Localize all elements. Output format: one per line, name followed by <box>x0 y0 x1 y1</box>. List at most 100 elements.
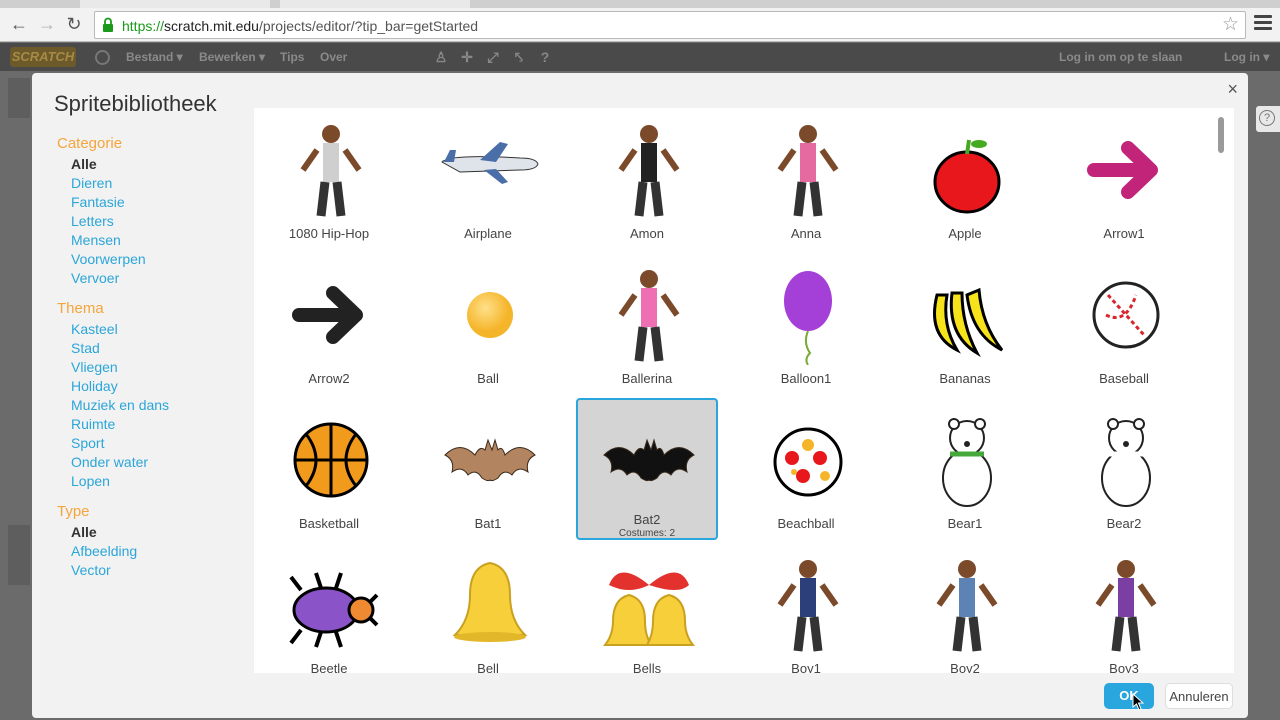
help-tab[interactable]: ? <box>1256 106 1280 132</box>
theme-item[interactable]: Sport <box>57 434 247 453</box>
cancel-button[interactable]: Annuleren <box>1165 683 1233 709</box>
bat-icon <box>599 410 699 510</box>
theme-item[interactable]: Muziek en dans <box>57 396 247 415</box>
theme-heading: Thema <box>57 300 104 317</box>
globe-icon[interactable] <box>95 50 110 65</box>
theme-item[interactable]: Onder water <box>57 453 247 472</box>
sprite-pane <box>8 525 30 585</box>
category-item[interactable]: Dieren <box>57 174 247 193</box>
sprite-tile[interactable]: Ballerina <box>576 253 718 395</box>
browser-menu-icon[interactable] <box>1254 15 1272 33</box>
theme-item[interactable]: Lopen <box>57 472 247 491</box>
sprite-tile[interactable]: Baseball <box>1053 253 1195 395</box>
category-heading: Categorie <box>57 135 123 152</box>
sprite-name: Bananas <box>939 371 991 386</box>
category-item[interactable]: Vervoer <box>57 269 247 288</box>
boy-icon <box>758 555 858 655</box>
scratch-logo[interactable]: SCRATCH <box>10 47 76 67</box>
sprite-tile[interactable]: Bear1 <box>894 398 1036 540</box>
sprite-tile[interactable]: Arrow2 <box>258 253 400 395</box>
sprite-name: Boy1 <box>791 661 821 673</box>
sprite-tile[interactable]: Amon <box>576 108 718 250</box>
category-item[interactable]: Fantasie <box>57 193 247 212</box>
menu-tips[interactable]: Tips <box>280 50 304 64</box>
help-icon: ? <box>1259 110 1275 126</box>
sprite-name: Bat1 <box>474 516 502 531</box>
sprite-tile[interactable]: Bananas <box>894 253 1036 395</box>
dancer-icon <box>599 120 699 220</box>
sprite-tile[interactable]: Bell <box>417 543 559 673</box>
sprite-tile[interactable]: 1080 Hip-Hop <box>258 108 400 250</box>
close-icon[interactable]: × <box>1227 79 1238 100</box>
browser-tab[interactable] <box>280 0 470 8</box>
menu-file[interactable]: Bestand ▾ <box>126 50 183 64</box>
login-to-save-link[interactable]: Log in om op te slaan <box>1059 50 1182 64</box>
category-item[interactable]: Voorwerpen <box>57 250 247 269</box>
filter-sidebar: Categorie Alle Dieren Fantasie Letters Mense… <box>57 135 247 592</box>
category-item[interactable]: Letters <box>57 212 247 231</box>
browser-tab[interactable] <box>80 0 270 8</box>
girl-icon <box>758 120 858 220</box>
sprite-tile[interactable]: Bat1 <box>417 398 559 540</box>
balloon-icon <box>758 265 858 366</box>
back-icon[interactable]: ← <box>8 13 30 35</box>
sprite-tile[interactable]: Bat2 Costumes: 2 <box>576 398 718 540</box>
sprite-tile[interactable]: Airplane <box>417 108 559 250</box>
basketball-icon <box>281 410 381 510</box>
category-item[interactable]: Mensen <box>57 231 247 250</box>
sprite-tile[interactable]: Bells <box>576 543 718 673</box>
theme-item[interactable]: Ruimte <box>57 415 247 434</box>
type-item[interactable]: Afbeelding <box>57 542 247 561</box>
url-path: /projects/editor/?tip_bar=getStarted <box>258 18 479 34</box>
sprite-tile[interactable]: Arrow1 <box>1053 108 1195 250</box>
bananas-icon <box>917 265 1017 365</box>
bell-icon <box>440 555 540 655</box>
theme-item[interactable]: Holiday <box>57 377 247 396</box>
address-bar[interactable]: https://scratch.mit.edu/projects/editor/… <box>94 11 1246 39</box>
arrow-icon <box>281 265 381 365</box>
sprite-name: Beachball <box>777 516 835 531</box>
sprite-name: Arrow1 <box>1103 226 1145 241</box>
sprite-tile[interactable]: Beachball <box>735 398 877 540</box>
baseball-icon <box>1076 265 1176 365</box>
bat-icon <box>440 410 540 510</box>
reload-icon[interactable]: ↻ <box>63 13 85 35</box>
dialog-title: Spritebibliotheek <box>54 91 217 116</box>
mouse-cursor-icon <box>1132 693 1145 711</box>
theme-item[interactable]: Stad <box>57 339 247 358</box>
sprite-name: Amon <box>630 226 664 241</box>
type-item[interactable]: Alle <box>57 523 247 542</box>
sprite-tile[interactable]: Basketball <box>258 398 400 540</box>
shrink-icon[interactable]: ⤣ <box>511 49 527 65</box>
ok-button[interactable]: OK <box>1104 683 1154 709</box>
sprite-tile[interactable]: Ball <box>417 253 559 395</box>
delete-icon[interactable]: ✛ <box>459 49 475 65</box>
type-item[interactable]: Vector <box>57 561 247 580</box>
theme-item[interactable]: Vliegen <box>57 358 247 377</box>
sprite-name: Beetle <box>310 661 348 673</box>
help-icon[interactable]: ? <box>537 49 553 65</box>
sprite-tile[interactable]: Apple <box>894 108 1036 250</box>
sprite-tile[interactable]: Anna <box>735 108 877 250</box>
grow-icon[interactable]: ⤢ <box>485 49 501 65</box>
bear-icon <box>917 410 1017 510</box>
scrollbar-thumb[interactable] <box>1218 117 1224 153</box>
duplicate-icon[interactable]: ♙ <box>433 49 449 65</box>
bookmark-star-icon[interactable]: ☆ <box>1222 15 1239 35</box>
menu-edit[interactable]: Bewerken ▾ <box>199 50 265 64</box>
sprite-tile[interactable]: Boy1 <box>735 543 877 673</box>
sprite-name: Ball <box>477 371 499 386</box>
sprite-tile[interactable]: Boy3 <box>1053 543 1195 673</box>
sprite-name: 1080 Hip-Hop <box>288 226 370 241</box>
login-button[interactable]: Log in ▾ <box>1224 50 1269 64</box>
theme-item[interactable]: Kasteel <box>57 320 247 339</box>
costume-count: Costumes: 2 <box>618 528 676 539</box>
sprite-tile[interactable]: Boy2 <box>894 543 1036 673</box>
menu-about[interactable]: Over <box>320 50 347 64</box>
sprite-tile[interactable]: Beetle <box>258 543 400 673</box>
forward-icon[interactable]: → <box>36 13 58 35</box>
sprite-tile[interactable]: Balloon1 <box>735 253 877 395</box>
type-filter: Type Alle Afbeelding Vector <box>57 503 247 580</box>
category-item[interactable]: Alle <box>57 155 247 174</box>
sprite-tile[interactable]: Bear2 <box>1053 398 1195 540</box>
